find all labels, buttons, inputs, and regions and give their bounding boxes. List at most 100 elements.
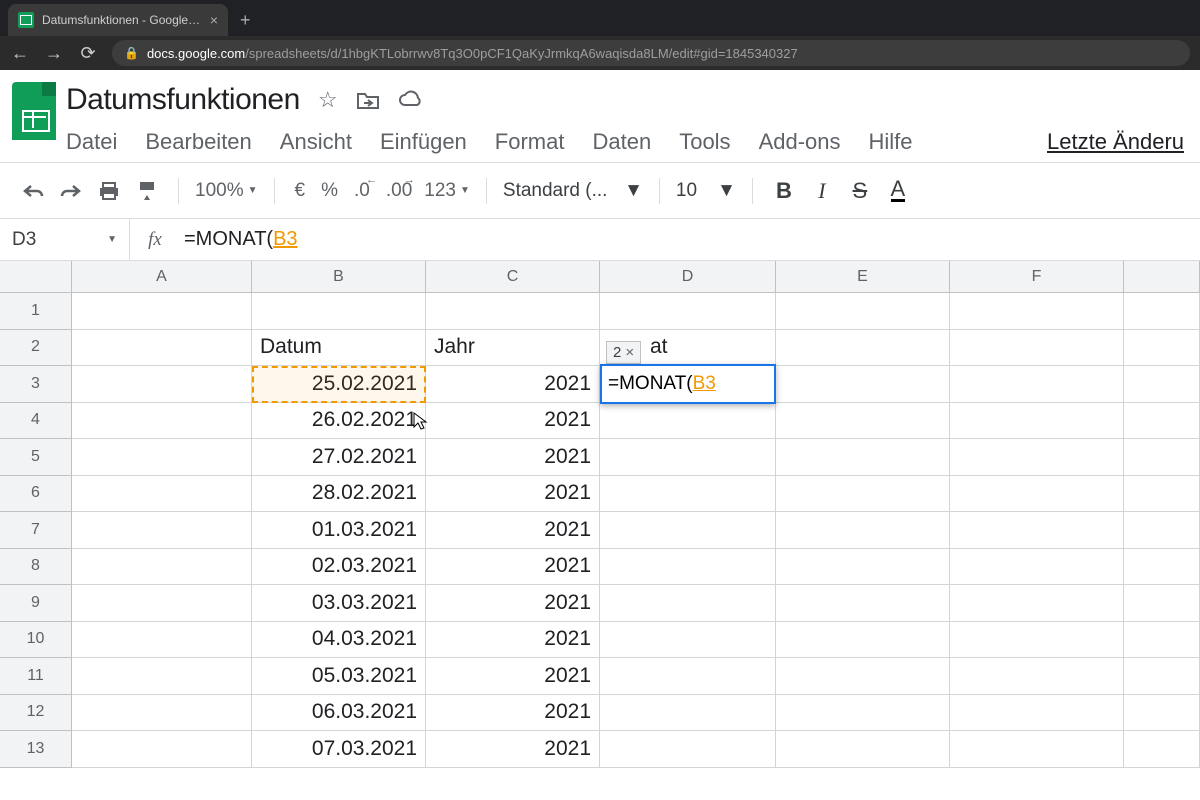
cloud-status-icon[interactable]: [398, 90, 424, 110]
row-header[interactable]: 7: [0, 512, 72, 549]
cell[interactable]: 2021: [426, 366, 600, 403]
doc-header: Datumsfunktionen ☆ Datei Bearbeiten Ansi…: [0, 70, 1200, 162]
row-headers: 1 2 3 4 5 6 7 8 9 10 11 12 13: [0, 293, 72, 768]
browser-tab[interactable]: Datumsfunktionen - Google Tabe ×: [8, 4, 228, 36]
row-header[interactable]: 12: [0, 695, 72, 732]
forward-button[interactable]: →: [44, 43, 64, 64]
sheets-favicon: [18, 12, 34, 28]
name-box[interactable]: D3▼: [0, 219, 130, 260]
move-icon[interactable]: [356, 90, 380, 110]
spreadsheet-grid: A B C D E F 1 2 3 4 5 6 7 8 9 10 11 12 1…: [0, 261, 1200, 768]
cell[interactable]: 07.03.2021: [252, 731, 426, 768]
row-header[interactable]: 6: [0, 476, 72, 513]
cell[interactable]: 02.03.2021: [252, 549, 426, 586]
text-color-button[interactable]: A: [883, 176, 913, 206]
edit-ref: B3: [693, 373, 716, 395]
reload-button[interactable]: ⟳: [78, 43, 98, 64]
formula-input[interactable]: =MONAT(B3: [180, 228, 1200, 251]
active-cell-editor[interactable]: =MONAT(B3: [600, 364, 776, 404]
cell[interactable]: 26.02.2021: [252, 403, 426, 440]
row-header[interactable]: 5: [0, 439, 72, 476]
cell[interactable]: 25.02.2021: [252, 366, 426, 403]
font-size-select[interactable]: 10▼: [676, 180, 736, 202]
tab-close-icon[interactable]: ×: [210, 12, 218, 28]
number-format-select[interactable]: 123▼: [424, 180, 470, 202]
cell[interactable]: 2021: [426, 403, 600, 440]
url-path: /spreadsheets/d/1hbgKTLobrrwv8Tq3O0pCF1Q…: [245, 46, 797, 61]
col-header-c[interactable]: C: [426, 261, 600, 292]
tab-bar: Datumsfunktionen - Google Tabe × +: [0, 0, 1200, 36]
row-header[interactable]: 13: [0, 731, 72, 768]
hint-close-icon[interactable]: ×: [625, 344, 634, 361]
menu-bearbeiten[interactable]: Bearbeiten: [145, 129, 251, 155]
back-button[interactable]: ←: [10, 43, 30, 64]
currency-button[interactable]: €: [291, 180, 310, 202]
row-header[interactable]: 4: [0, 403, 72, 440]
column-headers: A B C D E F: [0, 261, 1200, 293]
font-select[interactable]: Standard (...▼: [503, 180, 643, 202]
cell[interactable]: 2021: [426, 731, 600, 768]
cell[interactable]: 03.03.2021: [252, 585, 426, 622]
col-header-g[interactable]: [1124, 261, 1200, 292]
col-header-a[interactable]: A: [72, 261, 252, 292]
cell[interactable]: 2021: [426, 512, 600, 549]
menu-ansicht[interactable]: Ansicht: [280, 129, 352, 155]
italic-button[interactable]: I: [807, 176, 837, 206]
strikethrough-button[interactable]: S: [845, 176, 875, 206]
row-header[interactable]: 3: [0, 366, 72, 403]
col-header-f[interactable]: F: [950, 261, 1124, 292]
select-all-corner[interactable]: [0, 261, 72, 292]
paint-format-button[interactable]: [132, 176, 162, 206]
doc-title[interactable]: Datumsfunktionen: [66, 83, 300, 117]
cell[interactable]: 06.03.2021: [252, 695, 426, 732]
redo-button[interactable]: [56, 176, 86, 206]
increase-decimal-button[interactable]: .00→: [382, 180, 416, 202]
browser-chrome: Datumsfunktionen - Google Tabe × + ← → ⟳…: [0, 0, 1200, 70]
col-header-b[interactable]: B: [252, 261, 426, 292]
menu-hilfe[interactable]: Hilfe: [869, 129, 913, 155]
cell[interactable]: 28.02.2021: [252, 476, 426, 513]
cell[interactable]: 04.03.2021: [252, 622, 426, 659]
col-header-d[interactable]: D: [600, 261, 776, 292]
cell[interactable]: Jahr: [426, 330, 600, 367]
row-header[interactable]: 2: [0, 330, 72, 367]
url-domain: docs.google.com: [147, 46, 245, 61]
menu-daten[interactable]: Daten: [592, 129, 651, 155]
url-input[interactable]: 🔒 docs.google.com/spreadsheets/d/1hbgKTL…: [112, 40, 1190, 66]
star-icon[interactable]: ☆: [318, 87, 338, 113]
last-edit-link[interactable]: Letzte Änderu: [1047, 129, 1188, 155]
menu-tools[interactable]: Tools: [679, 129, 730, 155]
cell[interactable]: 2021: [426, 585, 600, 622]
menu-addons[interactable]: Add-ons: [759, 129, 841, 155]
cell[interactable]: 2021: [426, 439, 600, 476]
cell[interactable]: 2021: [426, 658, 600, 695]
row-header[interactable]: 10: [0, 622, 72, 659]
zoom-select[interactable]: 100%▼: [195, 180, 258, 202]
menu-datei[interactable]: Datei: [66, 129, 117, 155]
cell[interactable]: 27.02.2021: [252, 439, 426, 476]
menu-einfuegen[interactable]: Einfügen: [380, 129, 467, 155]
percent-button[interactable]: %: [317, 180, 342, 202]
col-header-e[interactable]: E: [776, 261, 950, 292]
cell[interactable]: Datum: [252, 330, 426, 367]
row-header[interactable]: 9: [0, 585, 72, 622]
undo-button[interactable]: [18, 176, 48, 206]
new-tab-button[interactable]: +: [228, 4, 263, 36]
print-button[interactable]: [94, 176, 124, 206]
menu-format[interactable]: Format: [495, 129, 565, 155]
cell[interactable]: 05.03.2021: [252, 658, 426, 695]
formula-hint[interactable]: 2 ×: [606, 341, 641, 364]
decrease-decimal-button[interactable]: .0←: [350, 180, 374, 202]
cell[interactable]: 2021: [426, 549, 600, 586]
row-header[interactable]: 1: [0, 293, 72, 330]
cell[interactable]: 2021: [426, 695, 600, 732]
row-header[interactable]: 11: [0, 658, 72, 695]
cell[interactable]: 01.03.2021: [252, 512, 426, 549]
bold-button[interactable]: B: [769, 176, 799, 206]
row-header[interactable]: 8: [0, 549, 72, 586]
cells-area[interactable]: DatumJahrat 25.02.20212021 26.02.2021202…: [72, 293, 1200, 768]
sheets-logo-icon[interactable]: [12, 82, 56, 140]
cell[interactable]: 2021: [426, 622, 600, 659]
fx-icon: fx: [130, 229, 180, 251]
cell[interactable]: 2021: [426, 476, 600, 513]
